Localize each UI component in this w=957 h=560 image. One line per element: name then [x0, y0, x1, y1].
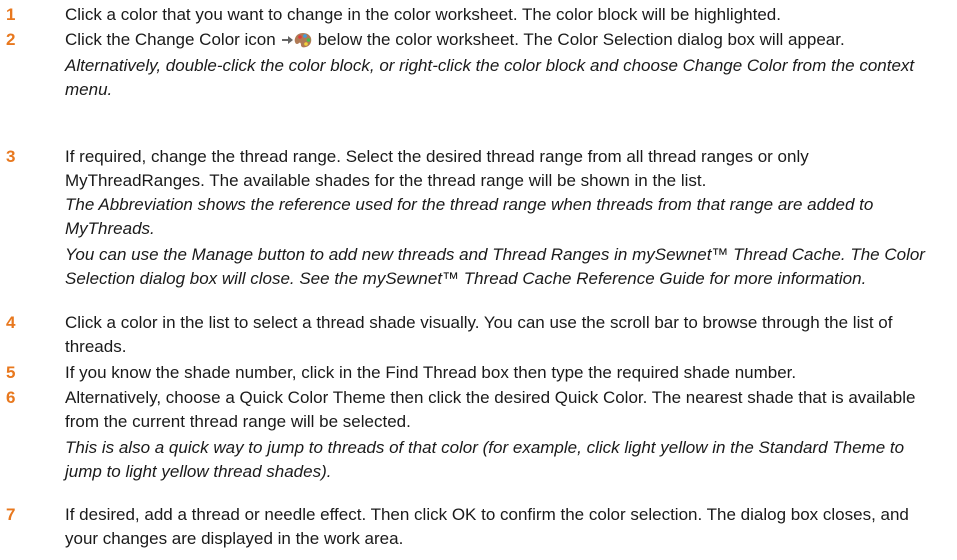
step-text: If desired, add a thread or needle effec… — [65, 505, 909, 548]
step-note: The Abbreviation shows the reference use… — [65, 195, 874, 238]
step-note: Alternatively, double-click the color bl… — [65, 56, 915, 99]
step-text: If you know the shade number, click in t… — [65, 363, 797, 382]
step-number: 2 — [6, 30, 16, 49]
step-note: You can use the Manage button to add new… — [65, 245, 925, 288]
instructions-document: 1 Click a color that you want to change … — [0, 0, 957, 560]
step-text: Click a color that you want to change in… — [65, 5, 781, 24]
step-7: 7 If desired, add a thread or needle eff… — [0, 503, 957, 551]
step-text: Click the Change Color icon below the col… — [65, 28, 945, 52]
step-5: 5 If you know the shade number, click in… — [0, 361, 957, 385]
step-4: 4 Click a color in the list to select a … — [0, 311, 957, 359]
step-number: 7 — [6, 505, 16, 524]
step-number: 1 — [6, 5, 16, 24]
step-note: This is also a quick way to jump to thre… — [65, 438, 905, 481]
step-1: 1 Click a color that you want to change … — [0, 3, 957, 27]
change-color-icon — [280, 31, 314, 49]
step-number: 6 — [6, 388, 16, 407]
step-number: 4 — [6, 313, 16, 332]
step-6: 6 Alternatively, choose a Quick Color Th… — [0, 386, 957, 484]
step-text: Alternatively, choose a Quick Color Them… — [65, 388, 916, 431]
step-2: 2 Click the Change Color icon below the c… — [0, 28, 957, 102]
step-text: Click a color in the list to select a th… — [65, 313, 893, 356]
step-text-part: below the color worksheet. The Color Sel… — [317, 30, 845, 49]
step-number: 5 — [6, 363, 16, 382]
step-text-part: Click the Change Color icon — [65, 30, 276, 49]
step-number: 3 — [6, 147, 16, 166]
step-3: 3 If required, change the thread range. … — [0, 145, 957, 291]
step-text: If required, change the thread range. Se… — [65, 147, 809, 190]
